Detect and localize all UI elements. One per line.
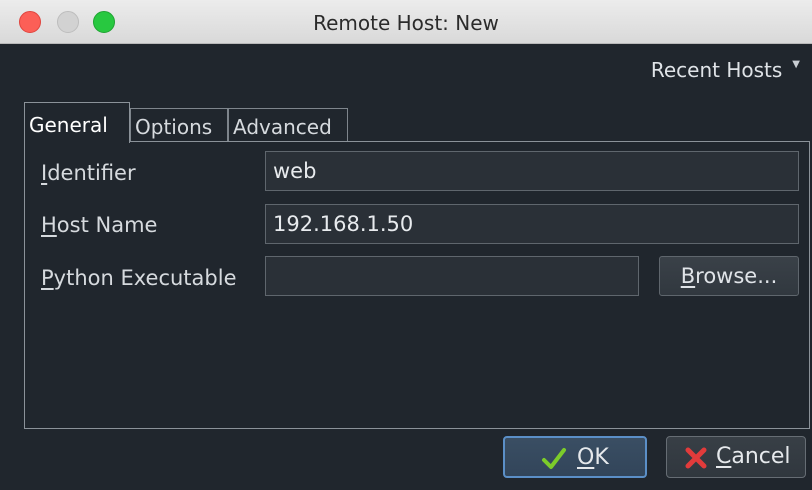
tab-general[interactable]: General — [24, 102, 130, 143]
remote-host-dialog: Remote Host: New Recent Hosts ▼ General O… — [0, 0, 812, 490]
host-name-label: Host Name — [41, 213, 158, 237]
python-executable-field[interactable] — [265, 256, 639, 296]
window-title: Remote Host: New — [313, 11, 499, 35]
recent-hosts-label: Recent Hosts — [650, 58, 783, 82]
tab-options[interactable]: Options — [130, 108, 228, 142]
check-icon — [542, 448, 566, 469]
identifier-label: Identifier — [41, 161, 136, 185]
identifier-field[interactable]: web — [265, 151, 799, 191]
ok-button[interactable]: OK — [503, 436, 647, 478]
tab-advanced[interactable]: Advanced — [228, 108, 348, 142]
title-bar[interactable]: Remote Host: New — [0, 0, 812, 44]
browse-button[interactable]: Browse... — [659, 256, 799, 296]
host-name-field[interactable]: 192.168.1.50 — [265, 204, 799, 244]
general-tab-panel: Identifier web Host Name 192.168.1.50 Py… — [24, 141, 810, 429]
recent-hosts-dropdown[interactable]: Recent Hosts ▼ — [651, 54, 800, 86]
cancel-label: Cancel — [716, 444, 791, 469]
python-executable-label: Python Executable — [41, 266, 237, 290]
close-icon — [685, 447, 707, 469]
chevron-down-icon: ▼ — [792, 59, 800, 70]
ok-label: OK — [577, 445, 609, 470]
cancel-button[interactable]: Cancel — [666, 436, 806, 478]
